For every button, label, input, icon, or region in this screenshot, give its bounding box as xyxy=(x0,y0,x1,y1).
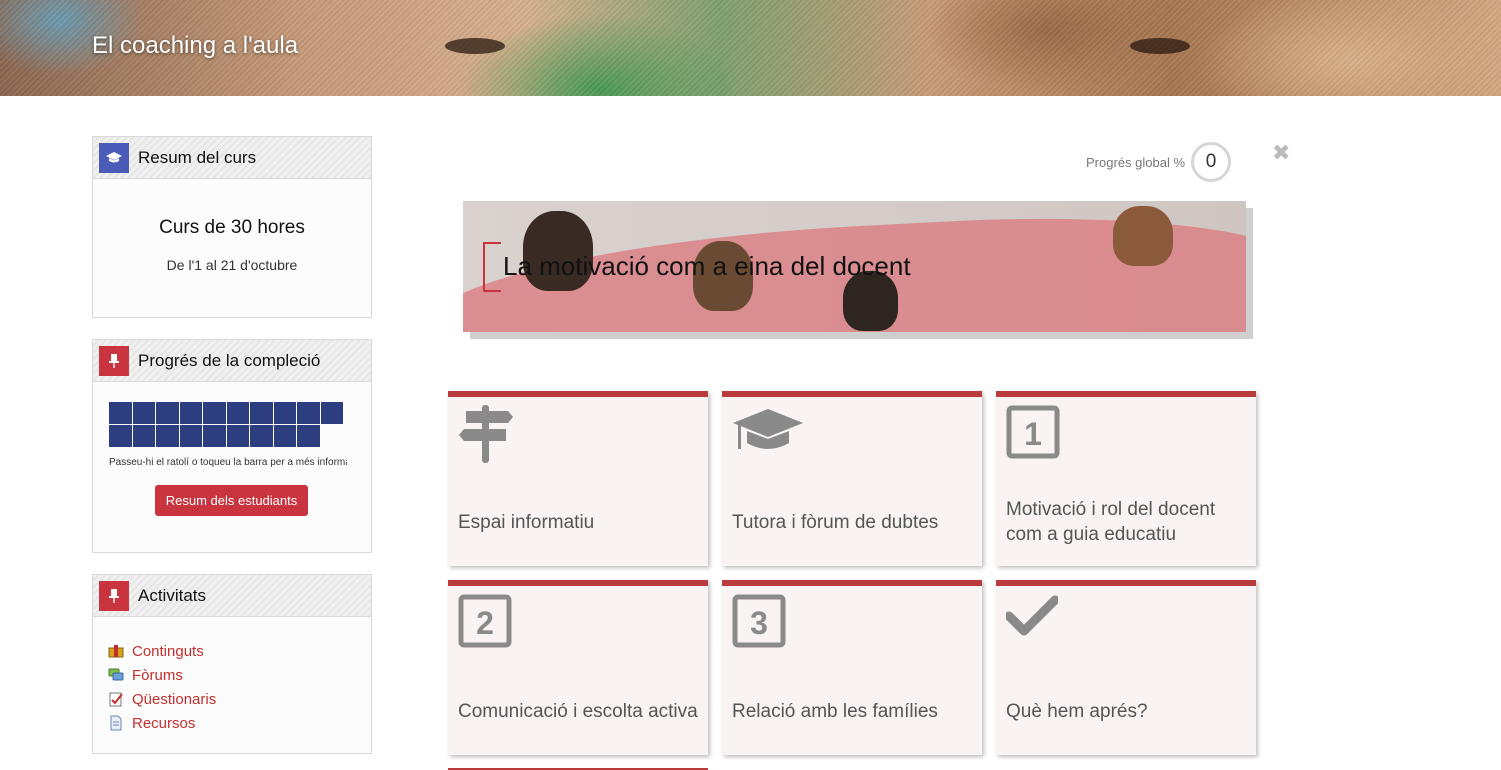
course-header-banner: El coaching a l'aula xyxy=(0,0,1501,96)
number-1-icon: 1 xyxy=(1006,405,1078,463)
progress-hint-text: Passeu-hi el ratolí o toqueu la barra pe… xyxy=(109,457,347,468)
progress-cell[interactable] xyxy=(250,402,273,424)
progress-cell[interactable] xyxy=(109,425,132,447)
completion-progress-bar[interactable] xyxy=(109,402,347,447)
svg-text:1: 1 xyxy=(1024,416,1042,452)
course-dates: De l'1 al 21 d'octubre xyxy=(166,257,298,273)
svg-text:3: 3 xyxy=(750,605,768,641)
completion-progress-title: Progrés de la compleció xyxy=(138,350,321,370)
quiz-icon xyxy=(108,691,124,707)
graduation-cap-icon xyxy=(732,405,804,463)
activity-link-questionaris[interactable]: Qüestionaris xyxy=(132,691,216,708)
tile-label: Tutora i fòrum de dubtes xyxy=(732,511,939,533)
progress-cell[interactable] xyxy=(226,425,249,447)
section-banner: La motivació com a eina del docent xyxy=(463,201,1246,332)
progress-cell[interactable] xyxy=(250,425,273,447)
signpost-icon xyxy=(458,405,530,463)
progress-cell[interactable] xyxy=(226,402,249,424)
progress-cell[interactable] xyxy=(132,402,155,424)
pin-icon xyxy=(99,580,129,611)
activity-link-continguts[interactable]: Continguts xyxy=(132,643,204,660)
section-title: La motivació com a eina del docent xyxy=(503,251,911,281)
graduation-cap-icon xyxy=(99,142,129,173)
banner-title-frame xyxy=(483,242,501,292)
tile-relacio-families[interactable]: 3 Relació amb les famílies xyxy=(722,580,982,755)
global-progress: Progrés global % 0 xyxy=(1086,142,1231,182)
progress-cell[interactable] xyxy=(132,425,155,447)
activities-block: Activitats Continguts Fòrums Qüestionari… xyxy=(92,574,372,754)
progress-cell[interactable] xyxy=(179,402,202,424)
course-hours: Curs de 30 hores xyxy=(159,217,305,238)
progress-cell[interactable] xyxy=(297,402,320,424)
tile-comunicacio[interactable]: 2 Comunicació i escolta activa xyxy=(448,580,708,755)
activities-header: Activitats xyxy=(93,575,371,617)
number-3-icon: 3 xyxy=(732,594,804,652)
banner-photo-detail xyxy=(445,38,505,54)
resource-icon xyxy=(108,715,124,731)
banner-photo-detail xyxy=(1130,38,1190,54)
checkmark-icon xyxy=(1004,594,1078,652)
activity-item-forums[interactable]: Fòrums xyxy=(108,663,371,687)
tile-label: Relació amb les famílies xyxy=(732,700,938,722)
close-icon[interactable]: ✖ xyxy=(1272,142,1290,164)
activity-link-recursos[interactable]: Recursos xyxy=(132,715,195,732)
tile-motivacio[interactable]: 1 Motivació i rol del docent com a guia … xyxy=(996,391,1256,566)
pin-icon xyxy=(99,345,129,376)
tile-tutora-forum[interactable]: Tutora i fòrum de dubtes xyxy=(722,391,982,566)
progress-cell[interactable] xyxy=(320,402,343,424)
progress-cell[interactable] xyxy=(156,402,179,424)
tile-label: Motivació i rol del docent com a guia ed… xyxy=(1006,499,1216,545)
tile-espai-informatiu[interactable]: Espai informatiu xyxy=(448,391,708,566)
students-summary-button[interactable]: Resum dels estudiants xyxy=(155,485,308,516)
forum-icon xyxy=(108,667,124,683)
progress-cell[interactable] xyxy=(203,402,226,424)
progress-cell[interactable] xyxy=(156,425,179,447)
progress-cell[interactable] xyxy=(179,425,202,447)
number-2-icon: 2 xyxy=(458,594,530,652)
completion-progress-header: Progrés de la compleció xyxy=(93,340,371,382)
progress-cell[interactable] xyxy=(273,402,296,424)
progress-cell[interactable] xyxy=(109,402,132,424)
progress-cell[interactable] xyxy=(297,425,320,447)
activities-title: Activitats xyxy=(138,585,207,605)
content-box-icon xyxy=(108,643,124,659)
progress-cell[interactable] xyxy=(273,425,296,447)
progress-cell[interactable] xyxy=(203,425,226,447)
activity-item-recursos[interactable]: Recursos xyxy=(108,711,371,735)
activity-link-forums[interactable]: Fòrums xyxy=(132,667,183,684)
activity-item-questionaris[interactable]: Qüestionaris xyxy=(108,687,371,711)
course-summary-header: Resum del curs xyxy=(93,137,371,179)
activity-item-continguts[interactable]: Continguts xyxy=(108,639,371,663)
course-summary-block: Resum del curs Curs de 30 hores De l'1 a… xyxy=(92,136,372,318)
tile-label: Què hem aprés? xyxy=(1006,700,1148,722)
tile-que-hem-apres[interactable]: Què hem aprés? xyxy=(996,580,1256,755)
global-progress-value: 0 xyxy=(1191,142,1231,182)
completion-progress-block: Progrés de la compleció Passeu-hi el rat… xyxy=(92,339,372,553)
tile-label: Comunicació i escolta activa xyxy=(458,700,698,722)
tile-label: Espai informatiu xyxy=(458,511,595,533)
global-progress-label: Progrés global % xyxy=(1086,154,1185,170)
course-title: El coaching a l'aula xyxy=(92,32,299,59)
banner-photo-detail xyxy=(1113,206,1173,266)
course-summary-title: Resum del curs xyxy=(138,147,257,167)
svg-text:2: 2 xyxy=(476,605,494,641)
